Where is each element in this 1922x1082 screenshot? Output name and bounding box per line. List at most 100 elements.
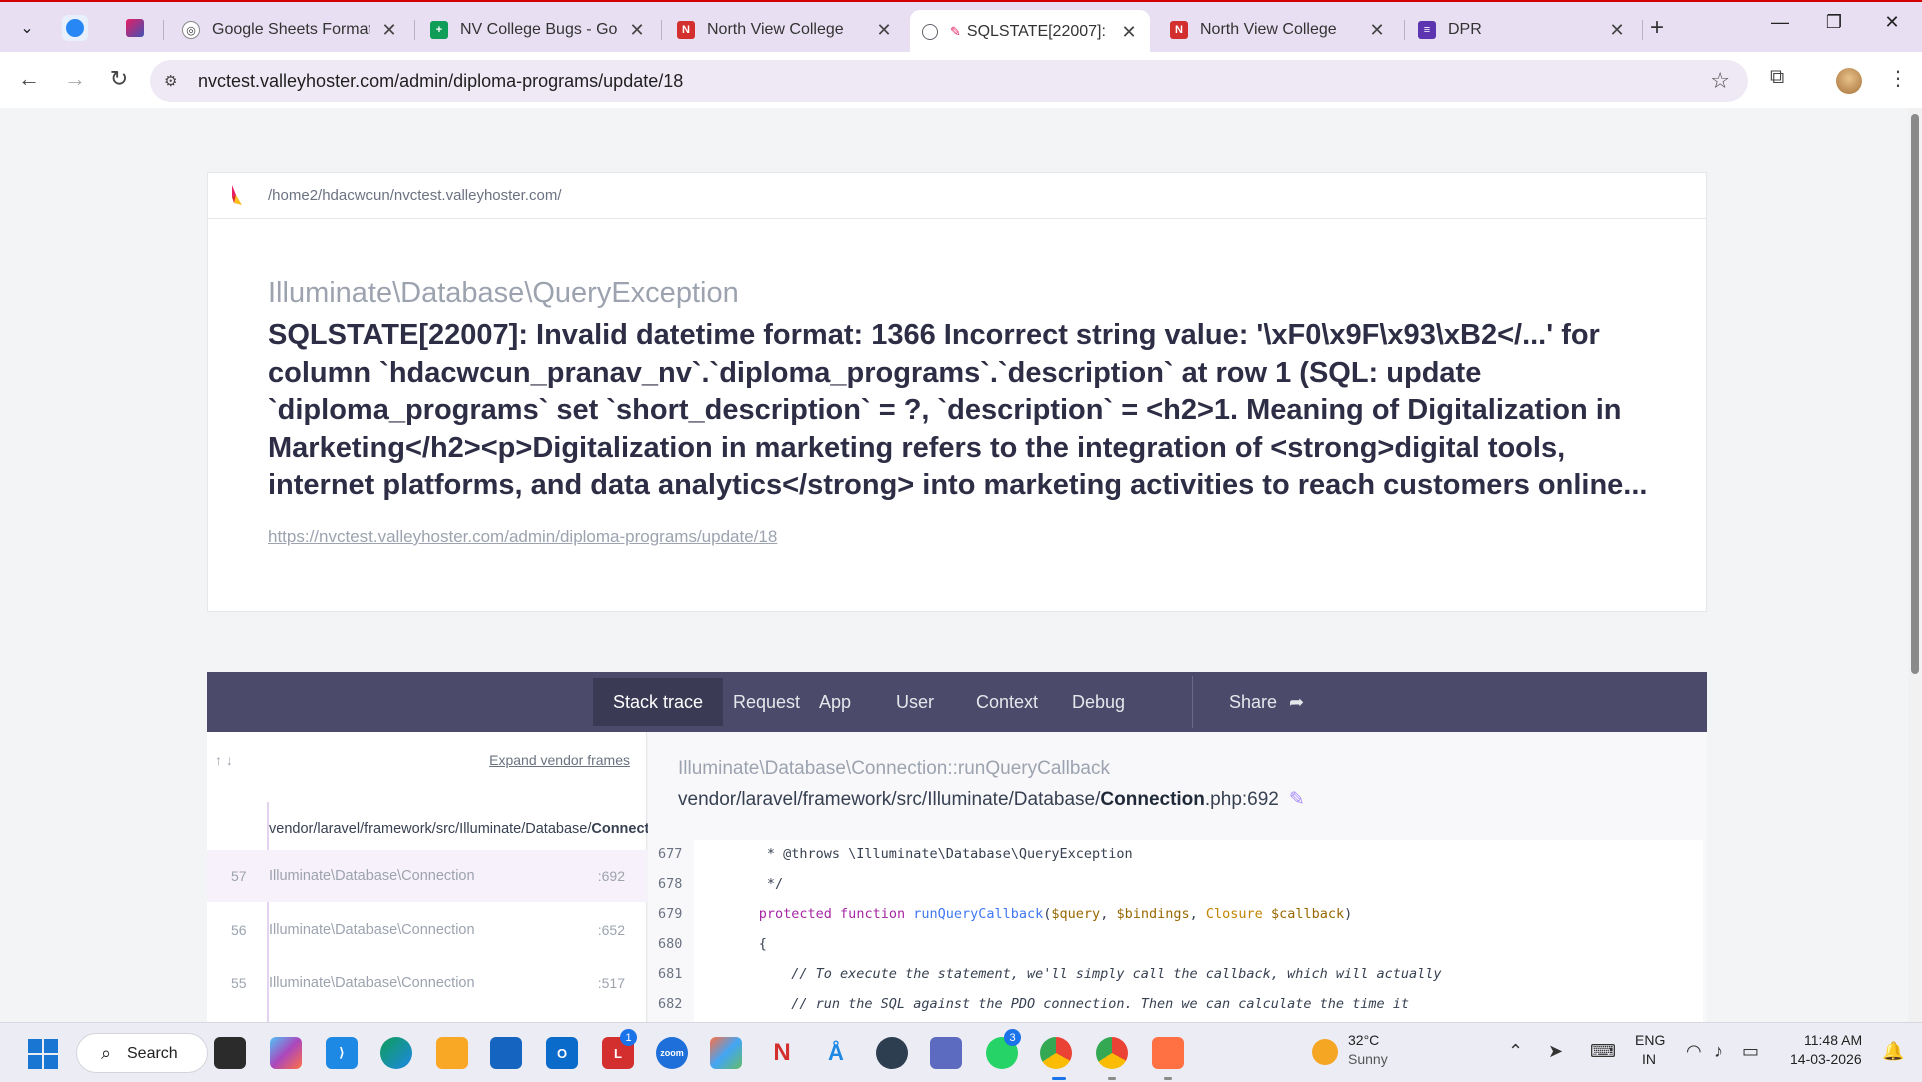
tab-sqlstate-error[interactable]: ✎ SQLSTATE[22007]: Invalid datetime form… [910,10,1150,54]
keyboard-icon[interactable]: ⌨ [1590,1041,1616,1062]
back-icon[interactable]: ← [14,66,44,92]
taskbar-search[interactable]: ⌕ Search [76,1033,208,1073]
notification-badge: 1 [620,1029,637,1046]
file-explorer-icon[interactable] [436,1037,468,1069]
exception-message: SQLSTATE[22007]: Invalid datetime format… [268,319,1648,501]
stack-frame-row[interactable]: 55 Illuminate\Database\Connection :517 [207,957,647,1009]
close-icon[interactable]: ✕ [628,20,646,41]
tab-north-view-college-2[interactable]: N North View College ✕ [1158,10,1398,50]
volume-icon[interactable]: ♪ [1714,1041,1723,1062]
tab-search-dropdown-icon[interactable]: ⌄ [12,14,42,42]
stack-frame-row[interactable]: 56 Illuminate\Database\Connection :652 [207,904,647,956]
frame-nav-arrows-icon[interactable]: ↑ ↓ [215,752,233,768]
line-number: 678 [658,876,683,892]
weather-description[interactable]: Sunny [1348,1051,1388,1067]
sheets-icon: + [430,21,448,39]
stack-frame-row[interactable]: 57 Illuminate\Database\Connection :692 [207,850,647,902]
frame-class: Illuminate\Database\Connection [269,868,475,884]
line-number: 677 [658,846,683,862]
pinned-tab-extension[interactable] [122,15,148,41]
tab-north-view-college[interactable]: N North View College ✕ [665,10,905,50]
teams-icon[interactable] [930,1037,962,1069]
tab-debug[interactable]: Debug [1052,678,1145,726]
site-info-icon[interactable]: ⚙ [164,72,177,90]
notification-bell-icon[interactable]: 🔔 [1882,1041,1904,1062]
task-view-icon[interactable] [214,1037,246,1069]
profile-avatar[interactable] [1836,68,1862,94]
reload-icon[interactable]: ↻ [104,66,134,92]
code-text: protected function runQueryCallback($que… [758,906,1353,922]
code-snippet-panel: Illuminate\Database\Connection::runQuery… [648,732,1707,1022]
frame-line: :517 [597,975,625,991]
edit-pencil-icon[interactable]: ✎ [1289,789,1305,810]
clock-time[interactable]: 11:48 AM [1804,1032,1862,1048]
close-icon[interactable]: ✕ [875,20,893,41]
code-text: // To execute the statement, we'll simpl… [710,966,1442,982]
line-number: 680 [658,936,683,952]
close-icon[interactable]: ✕ [380,20,398,41]
page-scrollbar[interactable] [1908,108,1922,1022]
chrome-profile-icon[interactable] [1096,1037,1128,1069]
weather-temperature[interactable]: 32°C [1348,1032,1379,1048]
code-file-dir: vendor/laravel/framework/src/Illuminate/… [678,789,1101,810]
a-app-icon[interactable]: Å [820,1037,852,1069]
close-window-icon[interactable]: ✕ [1872,12,1912,33]
store-icon[interactable] [490,1037,522,1069]
windows-start-icon[interactable] [28,1039,58,1069]
share-button[interactable]: Share ➦ [1209,678,1324,726]
line-number: 681 [658,966,683,982]
tab-context[interactable]: Context [956,678,1058,726]
vscode-icon[interactable]: ⟩ [326,1037,358,1069]
extensions-icon[interactable]: ⧉ [1770,66,1784,89]
tab-google-sheets-formatter[interactable]: ◎ Google Sheets Formatter ✕ [170,10,410,50]
minimize-icon[interactable]: — [1760,12,1800,33]
openai-icon: ◎ [182,21,200,39]
tab-user[interactable]: User [876,678,954,726]
draw-app-icon[interactable] [1152,1037,1184,1069]
netflix-icon[interactable]: N [766,1037,798,1069]
zoom-icon[interactable]: zoom [656,1037,688,1069]
wifi-icon[interactable]: ◠ [1686,1041,1702,1062]
code-text: // run the SQL against the PDO connectio… [710,996,1409,1012]
pinned-tab-vk[interactable] [62,15,88,41]
chevron-up-icon[interactable]: ⌃ [1508,1041,1523,1062]
tab-title: SQLSTATE[22007]: Invalid datetime format [966,23,1110,40]
expand-vendor-frames-link[interactable]: Expand vendor frames [489,752,630,768]
battery-icon[interactable]: ▭ [1742,1041,1759,1062]
language-region[interactable]: IN [1642,1051,1656,1067]
share-label: Share [1229,691,1278,712]
copilot-icon[interactable] [270,1037,302,1069]
bookmark-star-icon[interactable]: ☆ [1710,68,1730,94]
new-tab-button[interactable]: + [1650,14,1664,42]
location-icon[interactable]: ➤ [1548,1041,1563,1062]
chrome-icon[interactable] [1040,1037,1072,1069]
code-text: * @throws \Illuminate\Database\QueryExce… [710,846,1133,862]
clock-date[interactable]: 14-03-2026 [1790,1051,1862,1067]
close-icon[interactable]: ✕ [1368,20,1386,41]
frame-line: :652 [597,922,625,938]
close-icon[interactable]: ✕ [1120,22,1138,43]
language-code[interactable]: ENG [1635,1032,1665,1048]
address-bar[interactable]: ⚙ nvctest.valleyhoster.com/admin/diploma… [150,60,1748,102]
outlook-icon[interactable]: O [546,1037,578,1069]
error-page: /home2/hdacwcun/nvctest.valleyhoster.com… [0,108,1908,1022]
close-icon[interactable]: ✕ [1608,20,1626,41]
address-url[interactable]: nvctest.valleyhoster.com/admin/diploma-p… [198,71,683,92]
tab-stack-trace[interactable]: Stack trace [593,678,724,726]
edge-icon[interactable] [380,1037,412,1069]
code-line: 678 */ [648,870,1703,900]
tab-nv-college-bugs[interactable]: + NV College Bugs - Google Sheets ✕ [418,10,658,50]
menu-icon[interactable]: ⋮ [1888,66,1908,91]
tab-dpr[interactable]: ≡ DPR ✕ [1406,10,1638,50]
search-label: Search [127,1045,178,1062]
eclipse-icon[interactable] [876,1037,908,1069]
code-line: 680 { [648,930,1703,960]
tab-app[interactable]: App [799,678,871,726]
forward-icon[interactable]: → [60,66,90,92]
exception-class: Illuminate\Database\QueryException [268,277,739,309]
line-number: 679 [658,906,683,922]
restore-icon[interactable]: ❐ [1814,12,1854,33]
m365-icon[interactable] [710,1037,742,1069]
request-url-link[interactable]: https://nvctest.valleyhoster.com/admin/d… [268,527,777,547]
frame-class: Illuminate\Database\Connection [269,922,475,938]
